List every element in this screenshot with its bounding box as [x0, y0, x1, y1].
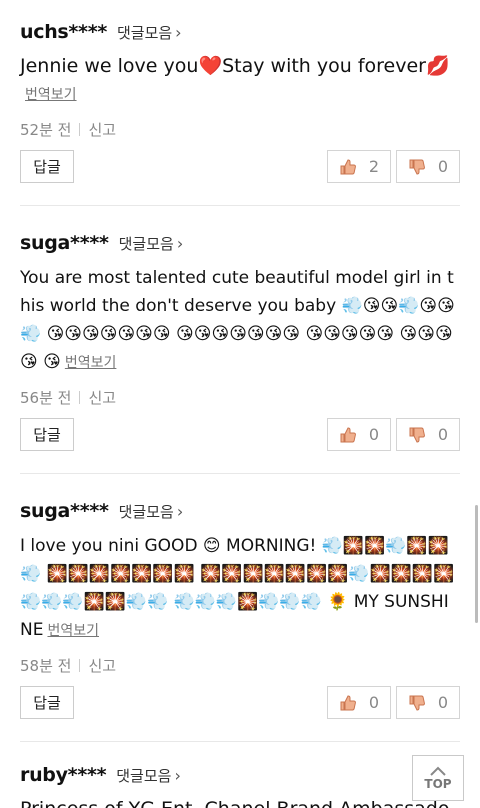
comment-item: suga**** 댓글모음 › I love you nini GOOD 😊 M… — [0, 496, 480, 719]
comment-header: suga**** 댓글모음 › — [20, 228, 460, 258]
thumbs-down-icon — [409, 159, 425, 175]
like-button[interactable]: 0 — [327, 418, 391, 451]
chevron-up-icon — [430, 766, 446, 776]
translate-link[interactable]: 번역보기 — [65, 355, 117, 371]
thumbs-down-icon — [409, 427, 425, 443]
thumbs-up-icon — [340, 158, 356, 174]
chevron-right-icon: › — [176, 501, 184, 521]
report-link[interactable]: 신고 — [88, 655, 116, 676]
meta-divider — [79, 659, 81, 672]
vote-group: 2 0 — [327, 150, 460, 183]
comment-divider — [20, 473, 460, 474]
comment-collection-link[interactable]: 댓글모음 — [119, 501, 174, 522]
comment-header: uchs**** 댓글모음 › — [20, 17, 460, 47]
comment-time: 52분 전 — [20, 121, 72, 139]
report-link[interactable]: 신고 — [88, 387, 116, 408]
like-count: 2 — [368, 157, 380, 176]
comment-meta: 52분 전 신고 — [20, 119, 460, 140]
dislike-button[interactable]: 0 — [396, 418, 460, 451]
comment-collection-link[interactable]: 댓글모음 — [116, 765, 171, 786]
comment-collection-link[interactable]: 댓글모음 — [117, 22, 172, 43]
top-button-label: TOP — [424, 776, 452, 791]
reply-button[interactable]: 답글 — [20, 418, 74, 451]
dislike-count: 0 — [437, 157, 449, 176]
comment-divider — [20, 205, 460, 206]
vote-group: 0 0 — [327, 418, 460, 451]
comment-username[interactable]: ruby**** — [20, 764, 107, 786]
translate-link[interactable]: 번역보기 — [25, 82, 77, 109]
thumbs-down-icon — [409, 695, 425, 711]
comment-meta: 58분 전 신고 — [20, 655, 460, 676]
comment-actions: 답글 0 0 — [20, 686, 460, 719]
like-button[interactable]: 2 — [327, 150, 391, 183]
scroll-to-top-button[interactable]: TOP — [412, 755, 464, 801]
comment-collection-link[interactable]: 댓글모음 — [119, 233, 174, 254]
comment-item: suga**** 댓글모음 › You are most talented cu… — [0, 228, 480, 451]
reply-button[interactable]: 답글 — [20, 150, 74, 183]
meta-divider — [79, 391, 81, 404]
comment-actions: 답글 2 0 — [20, 150, 460, 183]
comment-actions: 답글 0 0 — [20, 418, 460, 451]
comment-text: You are most talented cute beautiful mod… — [20, 268, 455, 372]
comment-text: Jennie we love you❤️Stay with you foreve… — [20, 53, 460, 109]
like-button[interactable]: 0 — [327, 686, 391, 719]
comment-header: suga**** 댓글모음 › — [20, 496, 460, 526]
report-link[interactable]: 신고 — [88, 119, 116, 140]
comment-text: I love you nini GOOD 😊 MORNING! 💨🎇🎇💨🎇🎇💨 … — [20, 536, 455, 640]
comment-username[interactable]: suga**** — [20, 232, 109, 254]
scrollbar[interactable] — [475, 505, 478, 623]
dislike-button[interactable]: 0 — [396, 150, 460, 183]
comment-header: ruby**** 댓글모음 › — [20, 760, 460, 790]
chevron-right-icon: › — [174, 765, 181, 785]
translate-link[interactable]: 번역보기 — [47, 623, 99, 639]
comment-time: 56분 전 — [20, 389, 72, 407]
comment-username[interactable]: suga**** — [20, 500, 109, 522]
comment-item: ruby**** 댓글모음 › Princess of YG Ent. Chan… — [0, 760, 480, 808]
chevron-right-icon: › — [176, 233, 184, 253]
comment-time: 58분 전 — [20, 657, 72, 675]
thumbs-up-icon — [340, 426, 356, 442]
reply-button[interactable]: 답글 — [20, 686, 74, 719]
comment-text: Princess of YG Ent. Chanel Brand Ambassa… — [20, 796, 460, 808]
vote-group: 0 0 — [327, 686, 460, 719]
meta-divider — [79, 123, 81, 136]
dislike-count: 0 — [437, 425, 449, 444]
thumbs-up-icon — [340, 694, 356, 710]
like-count: 0 — [368, 425, 380, 444]
comment-divider — [20, 741, 460, 742]
chevron-right-icon: › — [175, 22, 182, 42]
comment-meta: 56분 전 신고 — [20, 387, 460, 408]
dislike-button[interactable]: 0 — [396, 686, 460, 719]
dislike-count: 0 — [437, 693, 449, 712]
comment-username[interactable]: uchs**** — [20, 21, 107, 43]
like-count: 0 — [368, 693, 380, 712]
comment-item: uchs**** 댓글모음 › Jennie we love you❤️Stay… — [0, 17, 480, 183]
